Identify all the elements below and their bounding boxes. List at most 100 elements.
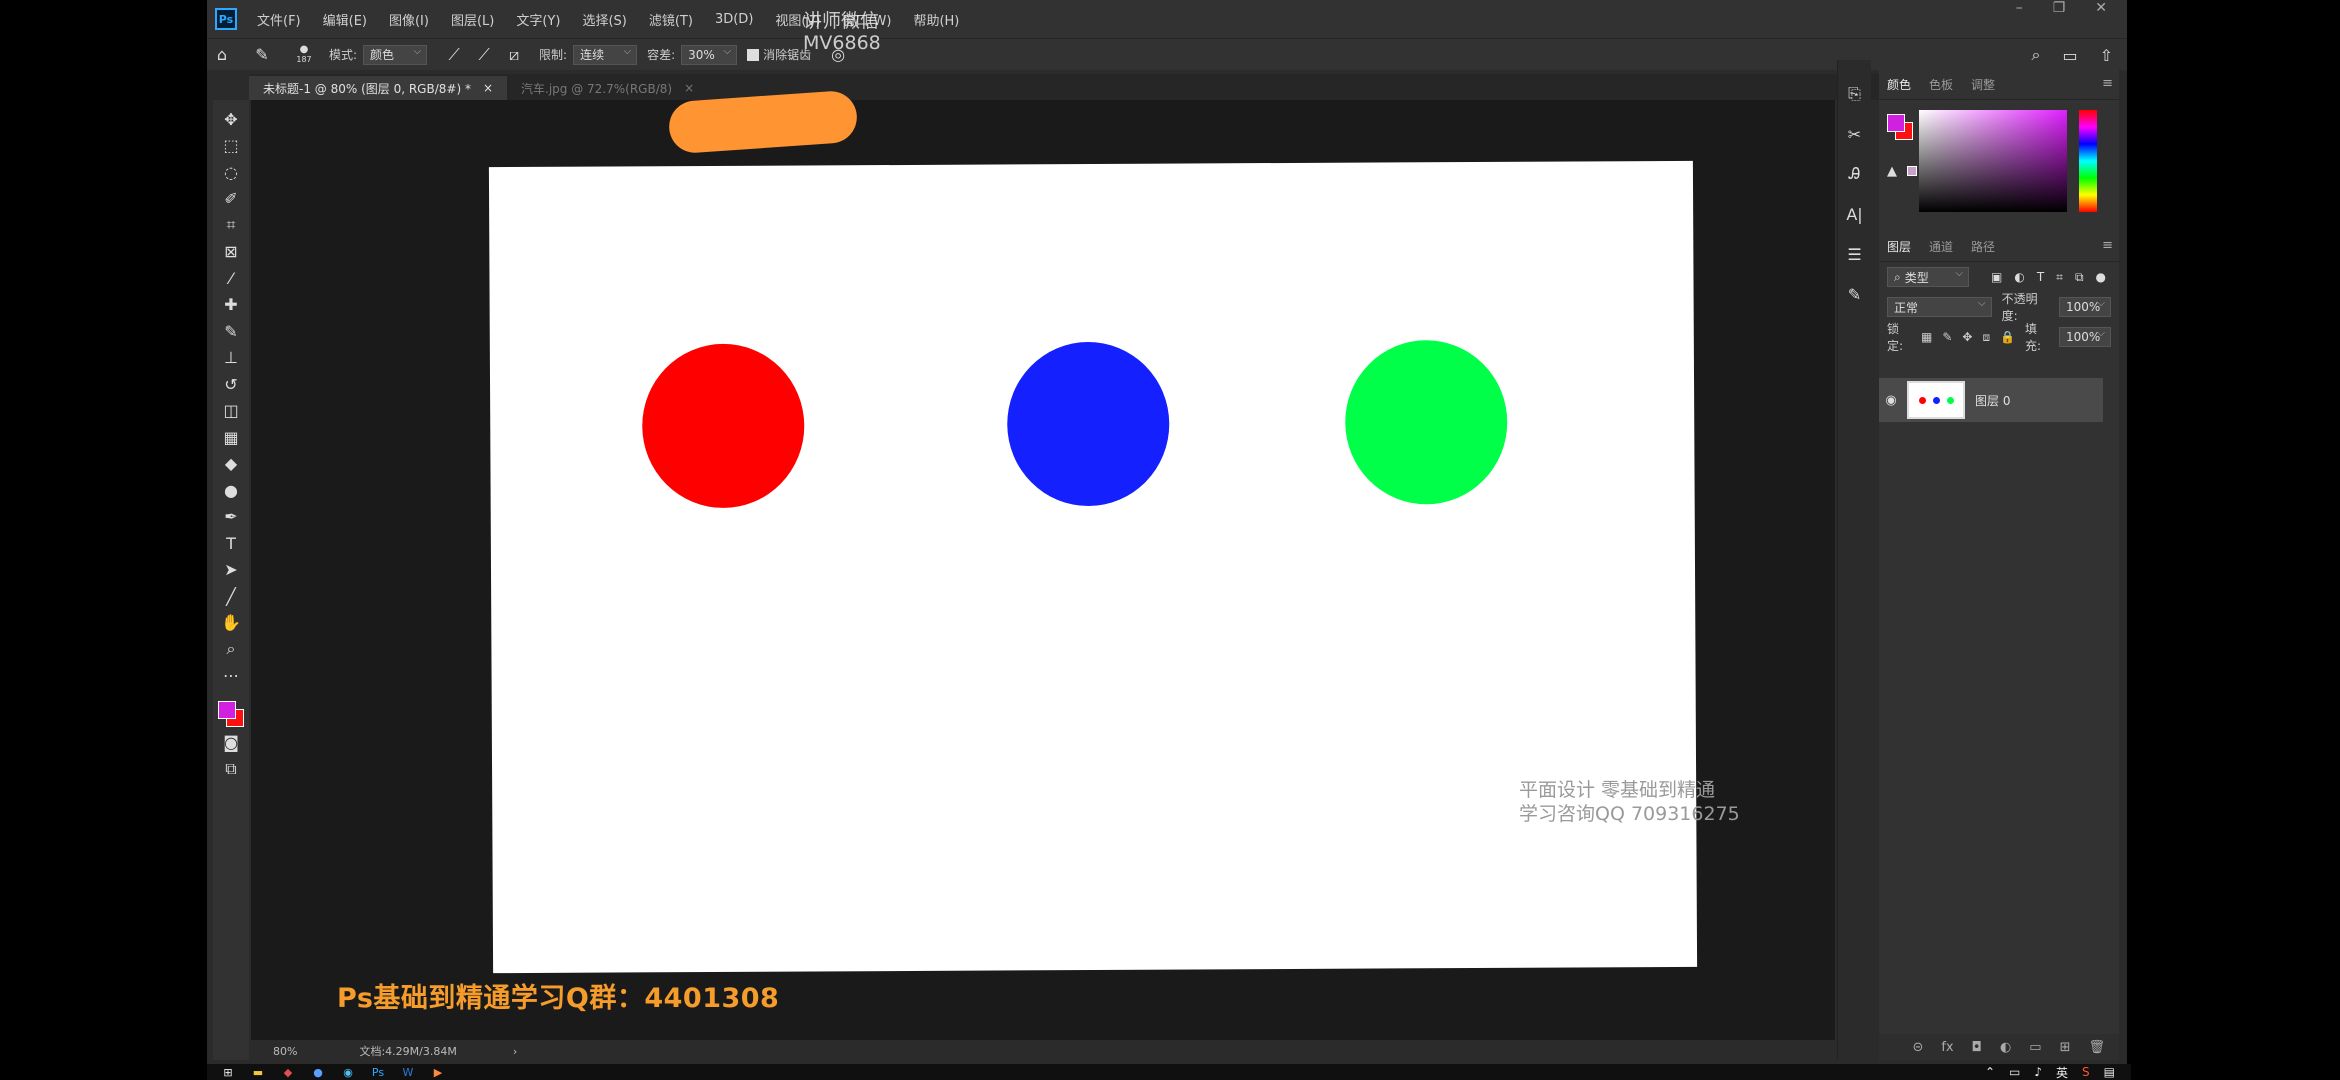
color-swatches[interactable]	[216, 695, 246, 729]
screen-mode-icon[interactable]: ⧉	[217, 756, 245, 782]
brush-preset-icon[interactable]: ● 187	[293, 44, 315, 66]
antialias-checkbox[interactable]	[747, 48, 760, 61]
tab-close-icon[interactable]: ×	[483, 81, 493, 95]
search-icon[interactable]: ⌕	[2032, 45, 2041, 65]
brush-settings-icon[interactable]: ✂	[1842, 120, 1868, 148]
lock-transparent-icon[interactable]: ▦	[1921, 330, 1932, 344]
eyedropper-tool-icon[interactable]: ⁄	[217, 265, 245, 291]
photoshop-taskbar-icon[interactable]: Ps	[369, 1065, 387, 1079]
sogou-icon[interactable]: S	[2082, 1065, 2090, 1079]
pen-tool-icon[interactable]: ✒	[217, 504, 245, 530]
link-layers-icon[interactable]: ⊝	[1912, 1040, 1923, 1055]
filter-shape-icon[interactable]: ⌗	[2056, 270, 2063, 285]
menu-select[interactable]: 选择(S)	[582, 10, 626, 29]
ime-indicator[interactable]: 英	[2056, 1064, 2068, 1080]
menu-file[interactable]: 文件(F)	[257, 10, 301, 29]
hue-slider[interactable]	[2079, 110, 2097, 212]
menu-image[interactable]: 图像(I)	[389, 10, 429, 29]
type-tool-icon[interactable]: T	[217, 530, 245, 556]
volume-icon[interactable]: ♪	[2034, 1065, 2042, 1079]
filter-adjustment-icon[interactable]: ◐	[2014, 270, 2024, 285]
zoom-level[interactable]: 80%	[273, 1045, 297, 1058]
tab-close-icon[interactable]: ×	[684, 81, 694, 95]
browser-icon[interactable]: ◉	[339, 1065, 357, 1079]
document-canvas[interactable]	[488, 160, 1698, 974]
share-icon[interactable]: ⇧	[2100, 46, 2113, 65]
color-panel-foreground-swatch[interactable]	[1887, 114, 1905, 132]
qq-icon[interactable]: ●	[309, 1065, 327, 1079]
sampling-swatch-icon[interactable]: ⧄	[503, 44, 525, 66]
history-brush-tool-icon[interactable]: ↺	[217, 371, 245, 397]
crop-tool-icon[interactable]: ⌗	[217, 212, 245, 238]
menu-filter[interactable]: 滤镜(T)	[649, 10, 693, 29]
dodge-tool-icon[interactable]: ●	[217, 477, 245, 503]
frame-tool-icon[interactable]: ⊠	[217, 239, 245, 265]
menu-edit[interactable]: 编辑(E)	[323, 10, 367, 29]
hand-tool-icon[interactable]: ✋	[217, 610, 245, 636]
photoshop-logo-icon[interactable]: Ps	[215, 8, 237, 30]
menu-help[interactable]: 帮助(H)	[913, 10, 959, 29]
gradient-tool-icon[interactable]: ▦	[217, 424, 245, 450]
color-replacement-brush-icon[interactable]: ✎	[217, 318, 245, 344]
lock-position-icon[interactable]: ✥	[1962, 330, 1972, 344]
word-icon[interactable]: W	[399, 1065, 417, 1079]
clone-stamp-tool-icon[interactable]: ⊥	[217, 345, 245, 371]
tab-car[interactable]: 汽车.jpg @ 72.7%(RGB/8) ×	[507, 76, 708, 100]
tab-paths[interactable]: 路径	[1971, 238, 1995, 255]
gamut-warning-swatch[interactable]	[1907, 166, 1917, 176]
filter-smart-object-icon[interactable]: ⧉	[2075, 270, 2084, 285]
menu-type[interactable]: 文字(Y)	[516, 10, 560, 29]
more-tools-icon[interactable]: ⋯	[217, 663, 245, 689]
color-picker-field[interactable]	[1919, 110, 2067, 212]
status-arrow-icon[interactable]: ›	[513, 1045, 517, 1058]
filter-pixel-icon[interactable]: ▣	[1991, 270, 2002, 285]
tab-channels[interactable]: 通道	[1929, 238, 1953, 255]
tab-swatches[interactable]: 色板	[1929, 76, 1953, 93]
lock-artboard-icon[interactable]: ⧈	[1982, 330, 1990, 345]
lock-all-icon[interactable]: 🔒	[2000, 330, 2015, 344]
fx-icon[interactable]: fx	[1941, 1040, 1953, 1055]
network-icon[interactable]: ▭	[2009, 1065, 2020, 1079]
layer-name[interactable]: 图层 0	[1975, 392, 2010, 409]
minimize-button[interactable]: –	[2016, 0, 2023, 18]
add-mask-icon[interactable]: ◘	[1972, 1040, 1982, 1055]
workspace-icon[interactable]: ▭	[2062, 46, 2077, 65]
layer-row[interactable]: ◉ 图层 0	[1879, 378, 2103, 422]
panel-menu-icon[interactable]: ≡	[2102, 238, 2113, 253]
color-replacement-tool-icon[interactable]: ✎	[251, 44, 273, 66]
quick-select-tool-icon[interactable]: ✐	[217, 186, 245, 212]
visibility-eye-icon[interactable]: ◉	[1879, 393, 1903, 408]
blur-tool-icon[interactable]: ◆	[217, 451, 245, 477]
tab-layers[interactable]: 图层	[1887, 238, 1911, 255]
paragraph-panel-icon[interactable]: A|	[1842, 200, 1868, 228]
character-panel-icon[interactable]: Ꭿ	[1842, 160, 1868, 188]
lasso-tool-icon[interactable]: ◌	[217, 159, 245, 185]
home-icon[interactable]: ⌂	[211, 44, 233, 66]
blend-mode-select[interactable]: 正常	[1887, 297, 1992, 317]
eraser-tool-icon[interactable]: ◫	[217, 398, 245, 424]
mode-select[interactable]: 颜色	[363, 44, 428, 65]
notification-icon[interactable]: ▤	[2104, 1065, 2115, 1079]
limit-select[interactable]: 连续	[573, 44, 638, 65]
adjustment-layer-icon[interactable]: ◐	[2000, 1040, 2011, 1055]
panel-menu-icon[interactable]: ≡	[2102, 76, 2113, 91]
healing-brush-tool-icon[interactable]: ✚	[217, 292, 245, 318]
lock-image-icon[interactable]: ✎	[1942, 330, 1952, 344]
tab-untitled[interactable]: 未标题-1 @ 80% (图层 0, RGB/8#) * ×	[249, 76, 508, 100]
history-panel-icon[interactable]: ⎘	[1842, 80, 1868, 108]
menu-3d[interactable]: 3D(D)	[715, 12, 753, 27]
sampling-once-icon[interactable]: ⟋	[473, 44, 495, 66]
tab-adjustments[interactable]: 调整	[1971, 76, 1995, 93]
tolerance-select[interactable]: 30%	[681, 44, 738, 65]
tray-arrow-icon[interactable]: ⌃	[1985, 1065, 1995, 1079]
zoom-tool-icon[interactable]: ⌕	[217, 636, 245, 662]
move-tool-icon[interactable]: ✥	[217, 106, 245, 132]
quick-mask-icon[interactable]: ◙	[217, 729, 245, 755]
brushes-panel-icon[interactable]: ✎	[1842, 280, 1868, 308]
path-selection-tool-icon[interactable]: ➤	[217, 557, 245, 583]
tab-color[interactable]: 颜色	[1887, 76, 1911, 93]
layer-filter-select[interactable]: ⌕ 类型	[1887, 267, 1969, 287]
opacity-input[interactable]: 100%	[2059, 297, 2111, 317]
new-group-icon[interactable]: ▭	[2029, 1040, 2041, 1055]
adjustments-icon[interactable]: ☰	[1842, 240, 1868, 268]
